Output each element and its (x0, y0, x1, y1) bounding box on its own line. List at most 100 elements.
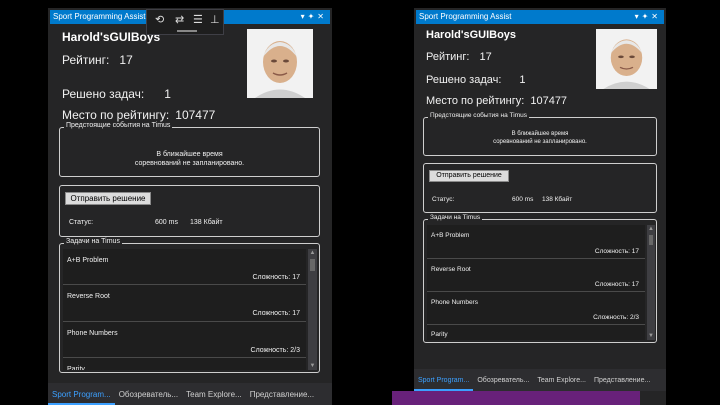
problems-scrollbar[interactable]: ▲ ▼ (308, 249, 317, 370)
problems-scrollbar[interactable]: ▲ ▼ (647, 225, 655, 340)
status-label: Статус: (69, 219, 94, 226)
rating-value: 17 (119, 53, 133, 67)
dropdown-icon[interactable]: ▾ (301, 12, 308, 21)
problem-name: Phone Numbers (431, 299, 478, 306)
problem-name: Parity (67, 366, 85, 370)
events-message-line2: соревнований не запланировано. (493, 139, 587, 145)
tab-team-explorer[interactable]: Team Explore... (533, 373, 590, 389)
rating-label: Рейтинг: (426, 51, 470, 63)
problem-name: A+B Problem (431, 232, 470, 239)
pin-icon[interactable]: ⊥ (210, 13, 220, 26)
submit-solution-button[interactable]: Отправить решение (65, 192, 151, 205)
status-bar (392, 391, 640, 405)
tab-explorer[interactable]: Обозреватель... (115, 387, 182, 403)
window-title: Sport Programming Assist (419, 12, 512, 21)
status-memory: 138 Кбайт (542, 196, 573, 203)
scroll-up-icon[interactable]: ▲ (308, 249, 317, 257)
place-row: Место по рейтингу: 107477 (62, 108, 215, 122)
solved-label: Решено задач: (426, 74, 502, 86)
tab-views[interactable]: Представление... (590, 373, 654, 389)
problem-difficulty: Сложность: 2/3 (593, 314, 639, 321)
scrollbar-thumb[interactable] (649, 235, 653, 245)
tab-sport-programming[interactable]: Sport Program... (414, 373, 474, 391)
problems-group: Задачи на Timus A+B Problem Сложность: 17… (423, 214, 657, 343)
avatar-image (596, 29, 657, 89)
events-title: Предстоящие события на Timus (428, 112, 529, 119)
events-message: В ближайшее время соревнований не заплан… (60, 150, 319, 168)
pin-icon[interactable]: ✦ (308, 12, 318, 21)
submit-group: Отправить решение Статус: 600 ms 138 Кба… (423, 163, 657, 213)
solved-value: 1 (519, 74, 526, 86)
problem-item[interactable]: A+B Problem Сложность: 17 (63, 249, 306, 285)
place-value: 107477 (530, 95, 568, 107)
events-message-line2: соревнований не запланировано. (134, 160, 245, 167)
avatar-image (247, 29, 313, 98)
place-label: Место по рейтингу: (426, 95, 525, 107)
problem-item[interactable]: A+B Problem Сложность: 17 (427, 225, 645, 259)
scrollbar-thumb[interactable] (310, 259, 315, 271)
status-label: Статус: (432, 196, 455, 203)
problem-item[interactable]: Phone Numbers Сложность: 2/3 (427, 292, 645, 325)
panel-titlebar[interactable]: Sport Programming Assist ▾✦✕ (416, 10, 664, 24)
sport-assist-panel-left: Sport Programming Assist ▾✦✕ Harold'sGUI… (48, 8, 332, 405)
solved-label: Решено задач: (62, 87, 145, 101)
window-title: Sport Programming Assist (53, 12, 146, 21)
place-label: Место по рейтингу: (62, 108, 170, 122)
rating-row: Рейтинг: 17 (62, 53, 133, 67)
problem-name: Phone Numbers (67, 330, 118, 337)
refresh-icon[interactable]: ⟲ (155, 13, 164, 26)
problem-difficulty: Сложность: 2/3 (250, 347, 300, 354)
titlebar-controls[interactable]: ▾✦✕ (301, 10, 327, 24)
sport-assist-panel-right: Sport Programming Assist ▾✦✕ Harold'sGUI… (414, 8, 666, 405)
problem-item[interactable]: Reverse Root Сложность: 17 (427, 259, 645, 292)
rating-label: Рейтинг: (62, 53, 110, 67)
problems-title: Задачи на Timus (64, 238, 122, 245)
sync-icon[interactable]: ⇄ (175, 13, 184, 26)
toolbar-handle[interactable] (177, 30, 197, 32)
pin-icon[interactable]: ✦ (642, 12, 652, 21)
events-group: Предстоящие события на Timus В ближайшее… (423, 112, 657, 156)
problem-difficulty: Сложность: 17 (594, 248, 639, 255)
problem-name: A+B Problem (67, 257, 109, 264)
place-row: Место по рейтингу: 107477 (426, 95, 567, 107)
submit-group: Отправить решение Статус: 600 ms 138 Кба… (59, 185, 320, 237)
properties-icon[interactable]: ☰ (193, 13, 203, 26)
status-time: 600 ms (512, 196, 534, 203)
floating-toolbar: ⟲ ⇄ ☰ ⊥ (146, 9, 224, 35)
close-icon[interactable]: ✕ (317, 12, 327, 21)
team-name: Harold'sGUIBoys (426, 29, 517, 41)
scroll-down-icon[interactable]: ▼ (308, 362, 317, 370)
tab-views[interactable]: Представление... (246, 387, 318, 403)
tab-sport-programming[interactable]: Sport Program... (48, 387, 115, 405)
scroll-up-icon[interactable]: ▲ (647, 225, 655, 233)
status-memory: 138 Кбайт (190, 219, 223, 226)
solved-row: Решено задач: 1 (62, 87, 171, 101)
tool-window-tabs: Sport Program... Обозреватель... Team Expl… (414, 369, 666, 391)
problems-title: Задачи на Timus (428, 214, 483, 221)
problem-difficulty: Сложность: 17 (252, 274, 300, 281)
problem-item[interactable]: Phone Numbers Сложность: 2/3 (63, 322, 306, 358)
problem-name: Parity (431, 331, 448, 338)
place-value: 107477 (175, 108, 216, 122)
problem-difficulty: Сложность: 17 (252, 310, 300, 317)
problem-item[interactable]: Parity (427, 325, 645, 340)
rating-row: Рейтинг: 17 (426, 51, 492, 63)
events-title: Предстоящие события на Timus (64, 122, 173, 129)
dropdown-icon[interactable]: ▾ (635, 12, 642, 21)
titlebar-controls[interactable]: ▾✦✕ (635, 10, 661, 24)
solved-row: Решено задач: 1 (426, 74, 526, 86)
rating-value: 17 (479, 51, 492, 63)
tab-team-explorer[interactable]: Team Explore... (182, 387, 246, 403)
submit-solution-button[interactable]: Отправить решение (429, 170, 509, 182)
events-group: Предстоящие события на Timus В ближайшее… (59, 122, 320, 177)
close-icon[interactable]: ✕ (651, 12, 661, 21)
problem-item[interactable]: Reverse Root Сложность: 17 (63, 285, 306, 322)
tab-explorer[interactable]: Обозреватель... (473, 373, 533, 389)
problem-name: Reverse Root (67, 293, 110, 300)
problem-difficulty: Сложность: 17 (594, 281, 639, 288)
problem-item[interactable]: Parity (63, 358, 306, 370)
events-message: В ближайшее время соревнований не заплан… (424, 130, 656, 146)
problems-group: Задачи на Timus A+B Problem Сложность: 17… (59, 238, 320, 373)
problems-list: A+B Problem Сложность: 17 Reverse Root Сло… (427, 225, 645, 340)
scroll-down-icon[interactable]: ▼ (647, 332, 655, 340)
